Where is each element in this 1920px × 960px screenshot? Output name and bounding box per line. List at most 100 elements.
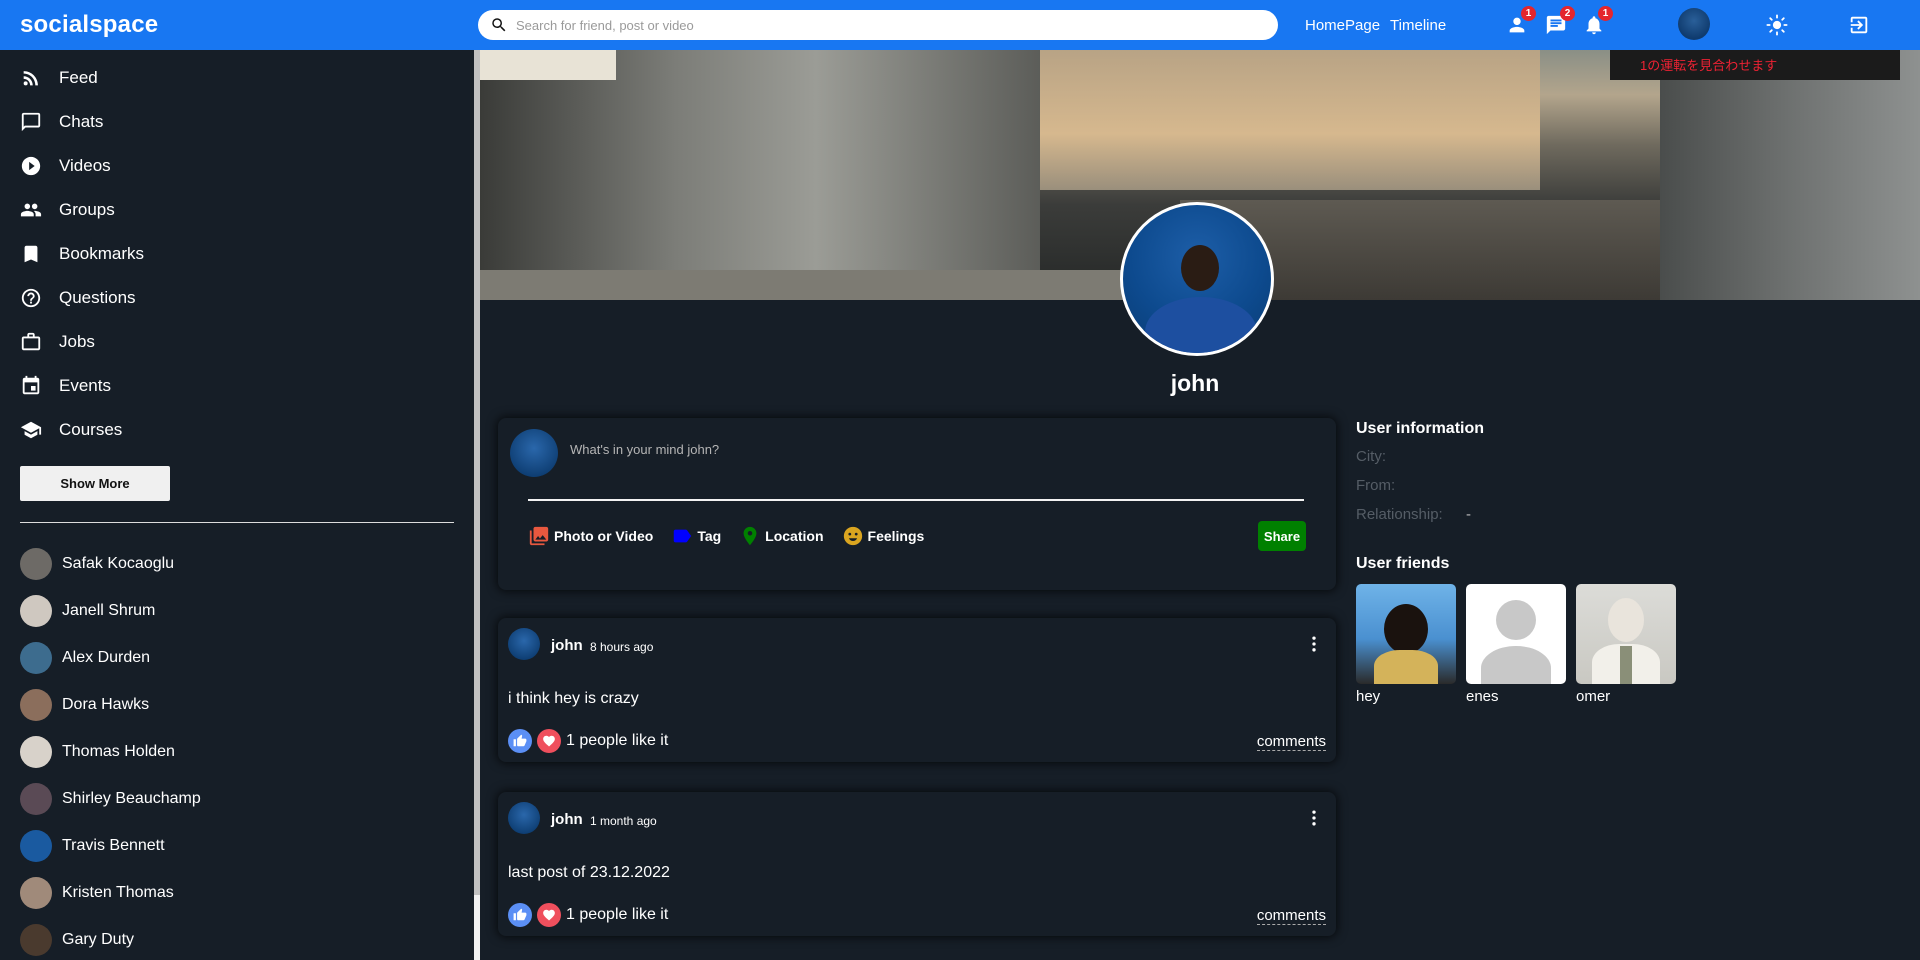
friend-name: Travis Bennett	[62, 836, 165, 854]
thumbs-up-icon	[513, 734, 527, 747]
avatar[interactable]	[508, 628, 540, 660]
sidebar-item-jobs[interactable]: Jobs	[0, 320, 476, 364]
thumbs-up-icon	[513, 908, 527, 921]
user-avatar[interactable]	[1678, 8, 1710, 40]
more-vert-icon	[1312, 636, 1316, 652]
theme-toggle-button[interactable]	[1764, 12, 1790, 38]
like-count: 1 people like it	[566, 732, 669, 749]
homepage-link[interactable]: HomePage	[1305, 17, 1380, 34]
sidebar-item-events[interactable]: Events	[0, 364, 476, 408]
user-friend-card[interactable]: omer	[1576, 584, 1676, 705]
friend-list-item[interactable]: Dora Hawks	[20, 681, 201, 728]
avatar	[20, 876, 52, 909]
sidebar: Feed Chats Videos Groups Bookmarks Quest…	[0, 50, 476, 960]
photo-video-option[interactable]: Photo or Video	[528, 525, 653, 547]
friend-name: enes	[1466, 688, 1499, 705]
friend-list-item[interactable]: Kristen Thomas	[20, 869, 201, 916]
friend-name: Shirley Beauchamp	[62, 789, 201, 807]
like-row: 1 people like it	[508, 903, 668, 927]
like-count: 1 people like it	[566, 906, 669, 923]
info-key: From:	[1356, 477, 1396, 494]
friend-requests-button[interactable]: 1	[1504, 6, 1536, 38]
search-icon	[492, 18, 506, 32]
friend-list-item[interactable]: Alex Durden	[20, 634, 201, 681]
sidebar-item-questions[interactable]: Questions	[0, 276, 476, 320]
sidebar-item-label: Groups	[59, 200, 115, 219]
user-friend-card[interactable]: hey	[1356, 584, 1456, 705]
friend-name: Kristen Thomas	[62, 883, 174, 901]
friend-list-item[interactable]: Safak Kocaoglu	[20, 540, 201, 587]
sidebar-divider	[20, 522, 454, 523]
sidebar-item-label: Courses	[59, 420, 123, 439]
sidebar-item-label: Feed	[59, 68, 98, 87]
post-menu-button[interactable]	[1304, 634, 1324, 654]
friend-name: Janell Shrum	[62, 601, 156, 619]
heart-icon	[543, 909, 555, 921]
logout-button[interactable]	[1846, 12, 1872, 38]
tag-option[interactable]: Tag	[671, 525, 721, 547]
sun-icon	[1766, 14, 1788, 36]
friend-photo	[1466, 584, 1566, 684]
chat-icon	[21, 112, 41, 132]
messages-button[interactable]: 2	[1543, 6, 1575, 38]
sidebar-item-bookmarks[interactable]: Bookmarks	[0, 232, 476, 276]
post: john 1 month ago last post of 23.12.2022…	[498, 792, 1336, 936]
photo-library-icon	[529, 526, 549, 546]
timeline-link[interactable]: Timeline	[1390, 17, 1446, 34]
sidebar-item-courses[interactable]: Courses	[0, 408, 476, 452]
like-row: 1 people like it	[508, 729, 668, 753]
help-icon	[21, 288, 41, 308]
top-nav-links: HomePage Timeline	[1305, 17, 1446, 34]
show-more-button[interactable]: Show More	[20, 466, 170, 501]
label-icon	[674, 529, 692, 543]
notifications-button[interactable]: 1	[1581, 6, 1613, 38]
heart-button[interactable]	[537, 729, 561, 753]
friend-list-item[interactable]: Thomas Holden	[20, 728, 201, 775]
post-menu-button[interactable]	[1304, 808, 1324, 828]
sidebar-item-label: Events	[59, 376, 111, 395]
feelings-option[interactable]: Feelings	[842, 525, 924, 547]
app-logo[interactable]: socialspace	[20, 11, 158, 39]
user-friend-card[interactable]: enes	[1466, 584, 1566, 705]
location-option[interactable]: Location	[739, 525, 824, 547]
friend-list-item[interactable]: Gary Duty	[20, 916, 201, 960]
sidebar-item-feed[interactable]: Feed	[0, 56, 476, 100]
notifications-badge: 1	[1598, 6, 1613, 21]
option-label: Photo or Video	[554, 528, 654, 544]
friend-name: Thomas Holden	[62, 742, 175, 760]
friend-name: hey	[1356, 688, 1381, 705]
logout-icon	[1850, 16, 1868, 34]
post-text: last post of 23.12.2022	[508, 864, 670, 881]
friend-list-item[interactable]: Janell Shrum	[20, 587, 201, 634]
share-button[interactable]: Share	[1258, 521, 1306, 551]
comments-link[interactable]: comments	[1256, 733, 1326, 751]
search-bar[interactable]	[478, 10, 1278, 40]
user-information: User information City: From: Relationshi…	[1356, 420, 1856, 535]
friend-name: Gary Duty	[62, 930, 135, 948]
rss-icon	[23, 71, 38, 86]
option-label: Tag	[697, 528, 722, 544]
post-username[interactable]: john	[551, 811, 583, 828]
user-info-title: User information	[1356, 420, 1485, 437]
avatar[interactable]	[508, 802, 540, 834]
friend-list-item[interactable]: Travis Bennett	[20, 822, 201, 869]
avatar	[20, 923, 52, 956]
like-button[interactable]	[508, 729, 532, 753]
post-text: i think hey is crazy	[508, 690, 639, 707]
status-input[interactable]	[570, 442, 1170, 457]
school-icon	[20, 421, 42, 439]
like-button[interactable]	[508, 903, 532, 927]
sidebar-item-videos[interactable]: Videos	[0, 144, 476, 188]
heart-button[interactable]	[537, 903, 561, 927]
profile-name: john	[1170, 370, 1220, 396]
sidebar-item-chats[interactable]: Chats	[0, 100, 476, 144]
search-input[interactable]	[516, 17, 1256, 33]
friend-list-item[interactable]: Shirley Beauchamp	[20, 775, 201, 822]
avatar	[20, 547, 52, 580]
friend-name: Dora Hawks	[62, 695, 150, 713]
comments-link[interactable]: comments	[1256, 907, 1326, 925]
info-row: From:	[1356, 477, 1856, 506]
sidebar-item-groups[interactable]: Groups	[0, 188, 476, 232]
friend-name: Alex Durden	[62, 648, 151, 666]
post-username[interactable]: john	[551, 637, 583, 654]
